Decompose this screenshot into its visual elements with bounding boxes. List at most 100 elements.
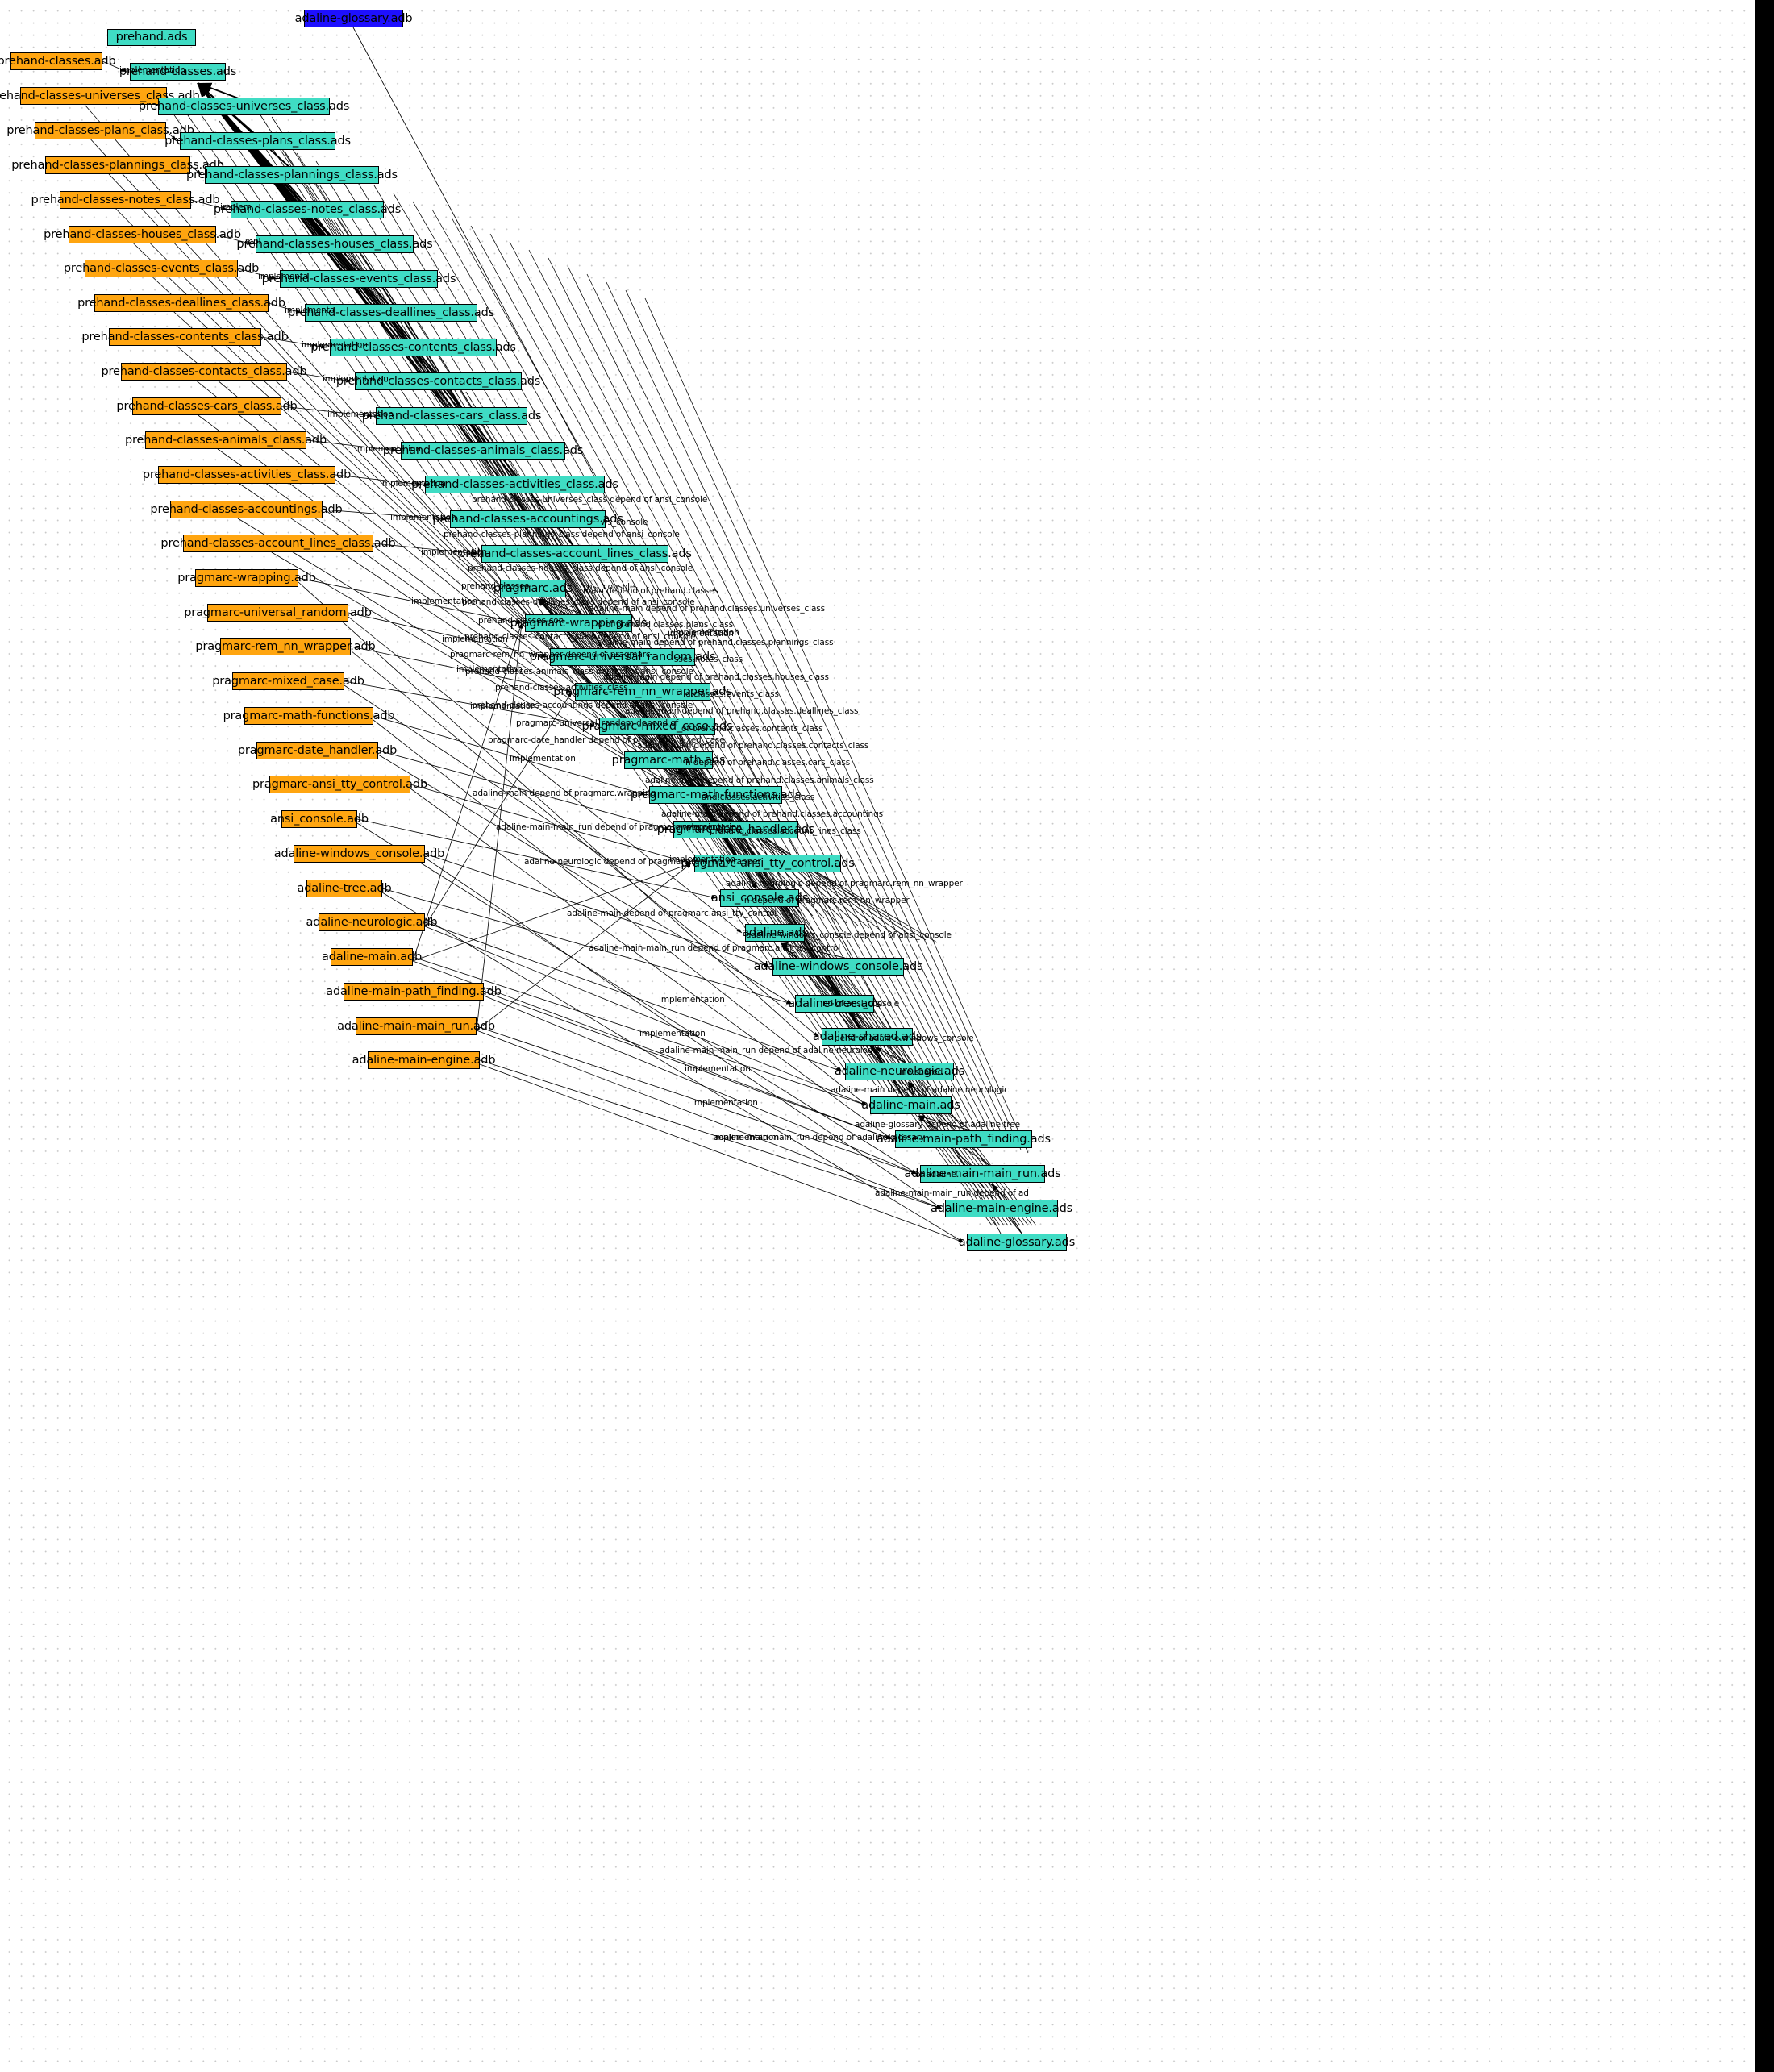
- graph-node-label: prehand-classes-plans_class.ads: [164, 134, 351, 148]
- edge-label: adaline-neurologic depend of pragmarc.re…: [524, 857, 761, 867]
- graph-node-b20[interactable]: pragmarc-math-functions.adb: [223, 707, 395, 725]
- edge-label: pragmarc-rem_nn_wrapper depend of pragma…: [450, 650, 651, 659]
- graph-node-b5[interactable]: prehand-classes-notes_class.adb: [31, 191, 220, 209]
- graph-node-b24[interactable]: adaline-windows_console.adb: [274, 845, 444, 863]
- edge-label: adaline-main depend of adaline.neurologi…: [831, 1085, 1009, 1095]
- graph-node-b16[interactable]: pragmarc-wrapping.adb: [177, 569, 316, 587]
- graph-node-b9[interactable]: prehand-classes-contents_class.adb: [81, 328, 289, 346]
- edge-label: prehand-classes-activities_class: [495, 683, 628, 693]
- graph-node-s0[interactable]: prehand.ads: [107, 29, 196, 46]
- edge-label: implementa: [285, 306, 335, 315]
- edge-label: prehand-classes-universes_class depend o…: [472, 495, 708, 505]
- graph-node-b8[interactable]: prehand-classes-deallines_class.adb: [77, 294, 285, 312]
- edge-label: implementation: [685, 1064, 751, 1074]
- edge-label: implementation: [421, 547, 487, 557]
- graph-node-b6[interactable]: prehand-classes-houses_class.adb: [44, 226, 241, 243]
- graph-node-label: prehand-classes-houses_class.adb: [44, 227, 241, 241]
- edge-label: adaline-main-main_run depend of adaline.…: [714, 1133, 926, 1142]
- graph-node-b3[interactable]: prehand-classes-plans_class.adb: [6, 122, 194, 139]
- graph-node-b13[interactable]: prehand-classes-activities_class.adb: [143, 466, 351, 484]
- edge-label: prehand-classes-plannings_class depend o…: [444, 530, 680, 539]
- graph-node-s4[interactable]: prehand-classes-plannings_class.ads: [186, 166, 398, 184]
- graph-node-label: adaline-main.ads: [861, 1098, 960, 1112]
- graph-node-b1[interactable]: prehand-classes.adb: [0, 52, 116, 70]
- right-gutter: [1755, 0, 1774, 2072]
- graph-node-s3[interactable]: prehand-classes-plans_class.ads: [164, 132, 351, 150]
- graph-node-b22[interactable]: pragmarc-ansi_tty_control.adb: [252, 776, 427, 793]
- edge-label: adaline-main-main_run depend of pragmarc…: [496, 822, 722, 832]
- graph-node-b29[interactable]: adaline-main-main_run.adb: [337, 1017, 495, 1035]
- edge-label: and.classes.activities_class: [702, 793, 815, 802]
- graph-node-label: prehand-classes-cars_class.adb: [116, 399, 298, 413]
- edge-label: ine.shared: [899, 1067, 943, 1077]
- edge-label: implementation: [390, 513, 456, 522]
- graph-node-label: prehand-classes-activities_class.adb: [142, 468, 352, 481]
- graph-node-b11[interactable]: prehand-classes-cars_class.adb: [116, 397, 298, 415]
- graph-node-label: pragmarc-date_handler.adb: [237, 743, 398, 757]
- graph-node-b14[interactable]: prehand-classes-accountings.adb: [150, 501, 343, 518]
- edge-label: implementation: [302, 340, 368, 350]
- graph-node-s27[interactable]: adaline-windows_console.ads: [754, 958, 923, 976]
- edge-label: adaline-main-main_run depend of adaline.…: [660, 1046, 880, 1055]
- edge-label: implementation: [510, 754, 576, 763]
- graph-node-s15[interactable]: prehand-classes-account_lines_class.ads: [458, 545, 692, 563]
- graph-node-s5[interactable]: prehand-classes-notes_class.ads: [214, 201, 401, 218]
- graph-node-b17[interactable]: pragmarc-universal_random.adb: [184, 604, 372, 622]
- edge-label: prehand.classes.account_lines_class: [710, 826, 861, 836]
- graph-node-b25[interactable]: adaline-tree.adb: [297, 880, 392, 897]
- edge-label: ws_console: [601, 518, 648, 527]
- graph-node-b12[interactable]: prehand-classes-animals_class.adb: [125, 431, 327, 449]
- edge-label: nd of ansi_console: [822, 999, 900, 1009]
- graph-node-b27[interactable]: adaline-main.adb: [322, 948, 422, 966]
- graph-node-s2[interactable]: prehand-classes-universes_class.ads: [139, 98, 349, 115]
- graph-node-label: adaline-main.adb: [321, 950, 423, 963]
- graph-node-b23[interactable]: ansi_console.adb: [270, 810, 369, 828]
- graph-node-s11[interactable]: prehand-classes-cars_class.ads: [362, 407, 541, 425]
- graph-node-label: prehand.ads: [115, 31, 188, 44]
- graph-node-label: adaline-main-path_finding.adb: [326, 984, 502, 998]
- graph-node-label: prehand-classes-plannings_class.ads: [186, 168, 398, 181]
- graph-node-label: prehand-classes-deallines_class.adb: [77, 296, 285, 310]
- graph-node-b26[interactable]: adaline-neurologic.adb: [306, 913, 438, 931]
- graph-node-b21[interactable]: pragmarc-date_handler.adb: [238, 742, 397, 759]
- graph-node-root[interactable]: adaline-glossary.adb: [295, 10, 413, 27]
- graph-node-s12[interactable]: prehand-classes-animals_class.ads: [383, 442, 583, 460]
- graph-node-s13[interactable]: prehand-classes-activities_class.ads: [411, 476, 618, 493]
- edge-label: implementation: [119, 65, 185, 75]
- graph-node-b30[interactable]: adaline-main-engine.adb: [352, 1051, 496, 1069]
- edge-label: prehand-classes-con: [478, 616, 564, 626]
- edge-label: adaline-main depend of prehand.classes.a…: [661, 809, 884, 819]
- graph-node-s31[interactable]: adaline-main.ads: [861, 1096, 960, 1114]
- edge-label: implementation: [380, 479, 446, 489]
- edge-label: of prehand.classes.contents_class: [681, 724, 823, 734]
- edge-label: adaline-main depend of prehand.classes.h…: [603, 672, 829, 682]
- edge-label: adaline-main depend of prehand.classes.a…: [645, 776, 874, 785]
- graph-node-b19[interactable]: pragmarc-mixed_case.adb: [212, 672, 364, 690]
- edge-label: implementation: [639, 1029, 706, 1038]
- edge-label: adaline-windows_console depend of ansi_c…: [746, 930, 952, 940]
- graph-node-label: adaline-main-engine.adb: [352, 1053, 496, 1067]
- graph-node-b7[interactable]: prehand-classes-events_class.adb: [64, 260, 259, 277]
- graph-node-s34[interactable]: adaline-main-engine.ads: [931, 1200, 1072, 1217]
- graph-node-b10[interactable]: prehand-classes-contacts_class.adb: [101, 363, 307, 381]
- graph-node-label: pragmarc-wrapping.adb: [177, 571, 316, 585]
- graph-node-label: prehand-classes-account_lines_class.ads: [458, 547, 692, 560]
- graph-node-label: prehand-classes-events_class.adb: [63, 261, 260, 275]
- edge-label: impl: [243, 237, 261, 247]
- graph-node-b15[interactable]: prehand-classes-account_lines_class.adb: [160, 535, 396, 552]
- edge-label: of adaline.: [915, 1170, 960, 1180]
- graph-node-s14[interactable]: prehand-classes-accountings.ads: [432, 510, 623, 528]
- graph-node-b18[interactable]: pragmarc-rem_nn_wrapper.adb: [195, 638, 376, 655]
- graph-node-s6[interactable]: prehand-classes-houses_class.ads: [236, 235, 433, 253]
- edge-label: d.classes.events_class: [685, 689, 779, 699]
- edge-label: adaline-main depend of prehand.classes.c…: [637, 741, 869, 751]
- graph-node-b28[interactable]: adaline-main-path_finding.adb: [326, 983, 502, 1001]
- graph-node-label: adaline-glossary.adb: [294, 11, 413, 25]
- edge-label: implem: [220, 202, 252, 212]
- graph-node-label: pragmarc-math-functions.adb: [223, 709, 395, 722]
- edge-label: implementation: [673, 628, 739, 638]
- edge-label: implementation: [659, 995, 725, 1005]
- graph-node-b4[interactable]: prehand-classes-plannings_class.adb: [11, 156, 224, 174]
- graph-node-s35[interactable]: adaline-glossary.ads: [959, 1234, 1075, 1251]
- edge-label: implementation: [692, 1098, 758, 1108]
